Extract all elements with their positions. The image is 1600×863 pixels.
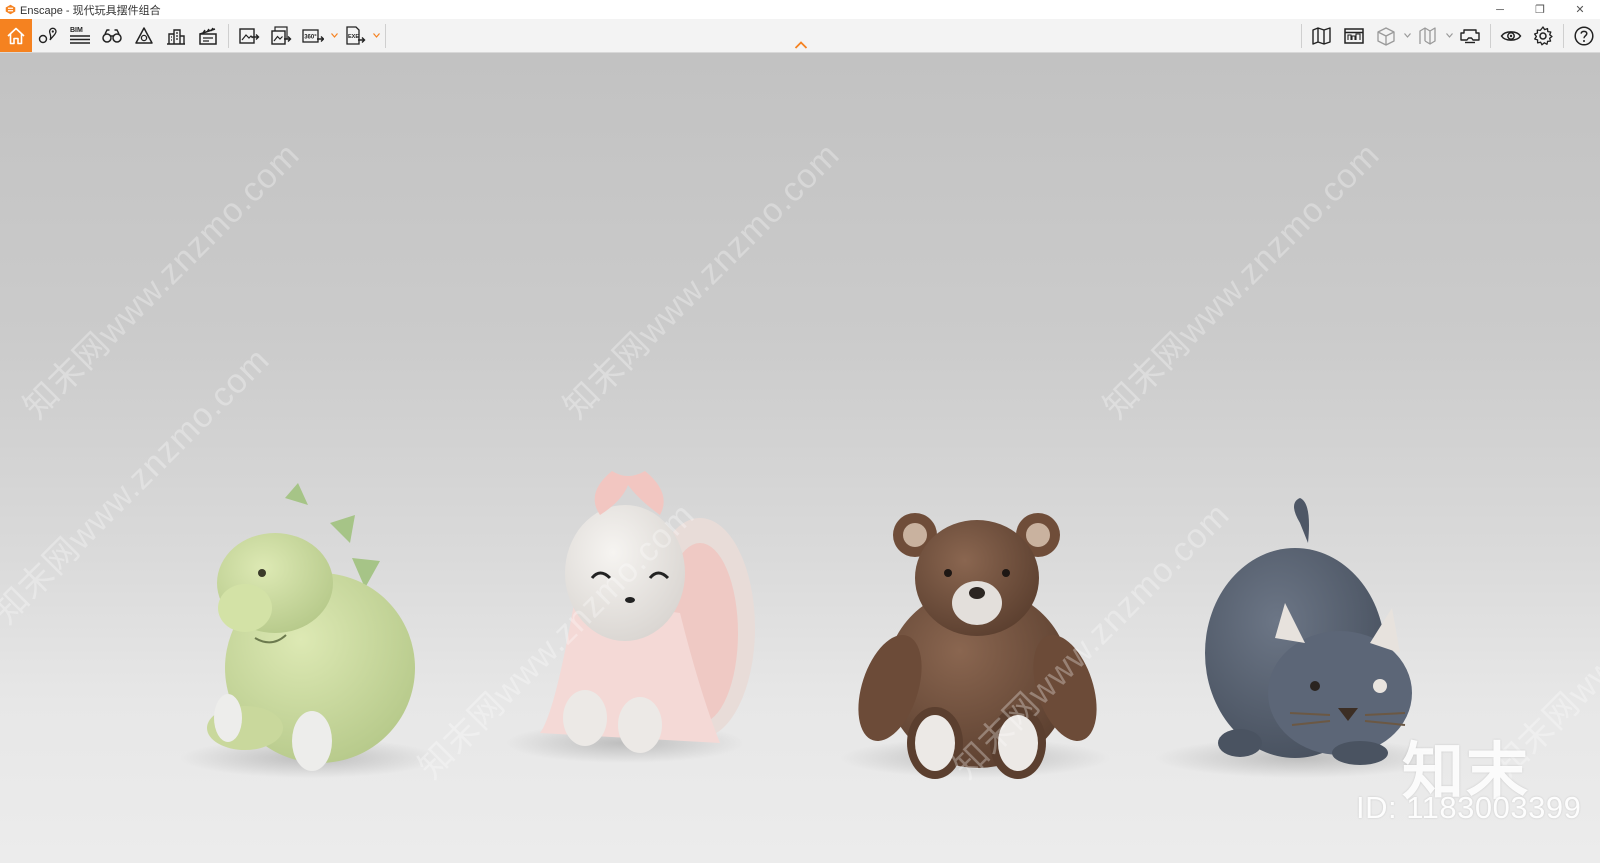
- export-exe-button[interactable]: EXE: [339, 19, 371, 52]
- panorama-button[interactable]: 360°: [297, 19, 329, 52]
- map-icon: [1312, 26, 1331, 45]
- binoculars-icon: [102, 28, 122, 43]
- visual-settings-button[interactable]: [1495, 19, 1527, 52]
- gear-icon: [1533, 25, 1553, 45]
- cube-icon: [1377, 26, 1395, 46]
- chevron-down-icon: [330, 33, 338, 38]
- toolbar-left-group: BIM 360° EXE: [0, 19, 390, 52]
- collapse-toolbar-button[interactable]: [794, 39, 808, 51]
- toolbar-right-group: [1297, 19, 1600, 52]
- batch-render-button[interactable]: [265, 19, 297, 52]
- window-title: Enscape - 现代玩具摆件组合: [20, 4, 161, 17]
- close-button[interactable]: ✕: [1560, 0, 1600, 19]
- panorama-360-icon: 360°: [302, 28, 324, 43]
- cube-dropdown-caret[interactable]: [1402, 19, 1412, 52]
- section-button[interactable]: [1412, 19, 1444, 52]
- bim-button[interactable]: BIM: [64, 19, 96, 52]
- exe-export-icon: EXE: [346, 25, 366, 45]
- panorama-dropdown-caret[interactable]: [329, 19, 339, 52]
- settings-button[interactable]: [1527, 19, 1559, 52]
- exe-icon-label: EXE: [348, 34, 359, 40]
- asset-library-button[interactable]: [128, 19, 160, 52]
- render-viewport[interactable]: 知末网www.znzmo.com 知末网www.znzmo.com 知末网www…: [0, 53, 1600, 863]
- batch-export-icon: [271, 25, 292, 45]
- bim-icon-label: BIM: [70, 27, 83, 34]
- minimize-button[interactable]: ─: [1480, 0, 1520, 19]
- window-controls: ─ ❐ ✕: [1480, 0, 1600, 19]
- buildings-icon: [167, 28, 185, 45]
- help-button[interactable]: [1568, 19, 1600, 52]
- dinosaur-plush: [180, 483, 440, 778]
- help-icon: [1574, 25, 1594, 46]
- toolbar-separator: [1301, 23, 1302, 48]
- video-editor-button[interactable]: [192, 19, 224, 52]
- section-dropdown-caret[interactable]: [1444, 19, 1454, 52]
- image-export-icon: [239, 27, 260, 44]
- views-button[interactable]: [32, 19, 64, 52]
- vr-headset-button[interactable]: [1454, 19, 1486, 52]
- render-image-button[interactable]: [233, 19, 265, 52]
- location-pin-icon: [38, 27, 57, 43]
- enscape-logo-icon: [5, 4, 16, 15]
- chevron-down-icon: [1445, 33, 1453, 38]
- toolbar-separator: [1490, 23, 1491, 48]
- site-context-button[interactable]: [160, 19, 192, 52]
- binoculars-button[interactable]: [96, 19, 128, 52]
- clapperboard-icon: [199, 27, 217, 45]
- bim-icon: BIM: [70, 27, 90, 44]
- triangle-asset-icon: [135, 26, 153, 44]
- title-bar: Enscape - 现代玩具摆件组合 ─ ❐ ✕: [0, 0, 1600, 19]
- home-button[interactable]: [0, 19, 32, 52]
- chevron-down-icon: [1403, 33, 1411, 38]
- home-icon: [7, 27, 25, 44]
- toolbar-separator: [385, 23, 386, 48]
- bim-info-icon: [1344, 27, 1364, 44]
- panorama-icon-label: 360°: [304, 34, 317, 40]
- vr-headset-icon: [1460, 28, 1480, 43]
- map-button[interactable]: [1306, 19, 1338, 52]
- section-icon: [1419, 26, 1436, 45]
- export-dropdown-caret[interactable]: [371, 19, 381, 52]
- toolbar-separator: [228, 23, 229, 48]
- image-id-label: ID: 1183003399: [1356, 790, 1582, 825]
- restore-button[interactable]: ❐: [1520, 0, 1560, 19]
- chevron-down-icon: [372, 33, 380, 38]
- cube-button[interactable]: [1370, 19, 1402, 52]
- toolbar-separator: [1563, 23, 1564, 48]
- bim-info-button[interactable]: [1338, 19, 1370, 52]
- eye-icon: [1500, 30, 1522, 41]
- chevron-up-icon: [794, 41, 808, 49]
